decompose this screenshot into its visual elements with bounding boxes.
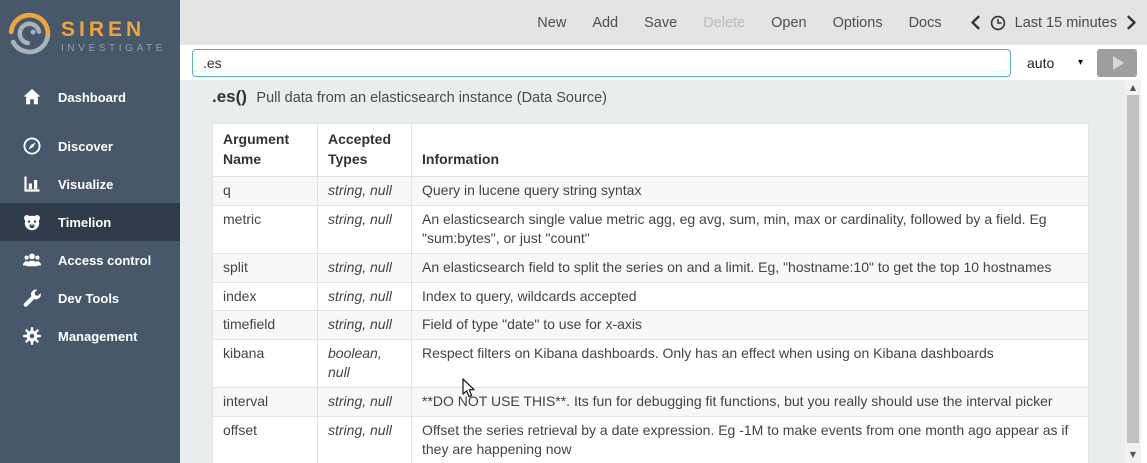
timelion-icon [22,212,42,232]
compass-icon [22,136,42,156]
function-name: .es() [212,87,247,106]
arg-name: kibana [213,339,318,387]
arg-types: string, null [318,282,412,311]
arg-name: timefield [213,311,318,340]
bar-chart-icon [22,174,42,194]
arg-name: offset [213,416,318,463]
timepicker: Last 15 minutes [970,15,1137,31]
arg-types: boolean, null [318,339,412,387]
home-icon [22,87,42,107]
docs-button[interactable]: Docs [909,15,942,31]
arg-types: string, null [318,205,412,253]
sidebar-nav: Dashboard Discover Visualize [0,78,180,355]
arg-info: Respect filters on Kibana dashboards. On… [412,339,1089,387]
new-button[interactable]: New [537,15,566,31]
arg-types: string, null [318,311,412,340]
sidebar-item-label: Dashboard [58,90,126,105]
table-row: metric string, null An elasticsearch sin… [213,205,1089,253]
timepicker-next-button[interactable] [1126,15,1137,30]
delete-button: Delete [703,15,745,31]
sidebar-item-label: Dev Tools [58,291,119,306]
sidebar-item-management[interactable]: Management [0,317,180,355]
table-row: offset string, null Offset the series re… [213,416,1089,463]
table-row: q string, null Query in lucene query str… [213,177,1089,206]
sidebar-item-label: Access control [58,253,151,268]
scrollbar-thumb[interactable] [1127,95,1139,443]
arg-types: string, null [318,387,412,416]
docs-panel: .es() Pull data from an elasticsearch in… [180,80,1141,463]
table-row: interval string, null **DO NOT USE THIS*… [213,387,1089,416]
add-button[interactable]: Add [592,15,618,31]
play-button[interactable] [1097,49,1137,77]
arg-info: Field of type "date" to use for x-axis [412,311,1089,340]
arg-info: An elasticsearch single value metric agg… [412,205,1089,253]
arg-name: q [213,177,318,206]
vertical-scrollbar[interactable]: ▲ ▼ [1125,80,1141,463]
right-gutter [1141,80,1147,463]
sidebar-item-visualize[interactable]: Visualize [0,165,180,203]
toolbar: New Add Save Delete Open Options Docs La… [180,0,1147,45]
arg-types: string, null [318,416,412,463]
column-header-argument-name: Argument Name [213,124,318,177]
arg-types: string, null [318,177,412,206]
users-icon [22,250,42,270]
column-header-information: Information [412,124,1089,177]
gear-icon [22,326,42,346]
arg-name: index [213,282,318,311]
sidebar-item-label: Management [58,329,137,344]
arg-info: Offset the series retrieval by a date ex… [412,416,1089,463]
function-doc-header: .es() Pull data from an elasticsearch in… [212,87,1141,107]
arg-info: An elasticsearch field to split the seri… [412,253,1089,282]
arg-info: Index to query, wildcards accepted [412,282,1089,311]
interval-select[interactable]: auto ▾ [1011,55,1097,71]
timepicker-prev-button[interactable] [970,15,981,30]
sidebar-item-discover[interactable]: Discover [0,127,180,165]
chevron-down-icon: ▾ [1078,57,1083,68]
logo-subtitle: INVESTIGATE [61,43,166,54]
table-row: kibana boolean, null Respect filters on … [213,339,1089,387]
sidebar-item-dashboard[interactable]: Dashboard [0,78,180,116]
sidebar-item-access-control[interactable]: Access control [0,241,180,279]
arguments-table: Argument Name Accepted Types Information… [212,123,1089,463]
arg-info: **DO NOT USE THIS**. Its fun for debuggi… [412,387,1089,416]
sidebar-item-label: Visualize [58,177,113,192]
siren-logo[interactable]: SIREN INVESTIGATE [0,0,180,74]
table-row: index string, null Index to query, wildc… [213,282,1089,311]
clock-icon [990,15,1006,31]
siren-logo-icon [6,10,53,62]
arg-name: interval [213,387,318,416]
logo-title: SIREN [61,18,166,41]
sidebar-item-dev-tools[interactable]: Dev Tools [0,279,180,317]
sidebar-item-timelion[interactable]: Timelion [0,203,180,241]
interval-value: auto [1027,55,1054,71]
save-button[interactable]: Save [644,15,677,31]
wrench-icon [22,288,42,308]
scroll-down-arrow[interactable]: ▼ [1125,447,1141,461]
open-button[interactable]: Open [771,15,806,31]
function-description: Pull data from an elasticsearch instance… [256,90,607,106]
column-header-accepted-types: Accepted Types [318,124,412,177]
table-header-row: Argument Name Accepted Types Information [213,124,1089,177]
table-row: timefield string, null Field of type "da… [213,311,1089,340]
sidebar-item-label: Timelion [58,215,111,230]
arg-name: split [213,253,318,282]
arg-info: Query in lucene query string syntax [412,177,1089,206]
sidebar: SIREN INVESTIGATE Dashboard Discover [0,0,180,463]
arg-types: string, null [318,253,412,282]
timepicker-button[interactable]: Last 15 minutes [1015,15,1117,31]
play-icon [1113,56,1124,70]
sidebar-item-label: Discover [58,139,113,154]
options-button[interactable]: Options [833,15,883,31]
scroll-up-arrow[interactable]: ▲ [1125,80,1141,94]
table-row: split string, null An elasticsearch fiel… [213,253,1089,282]
timelion-expression-input[interactable] [192,49,1011,77]
arg-name: metric [213,205,318,253]
querybar: auto ▾ [180,45,1147,80]
